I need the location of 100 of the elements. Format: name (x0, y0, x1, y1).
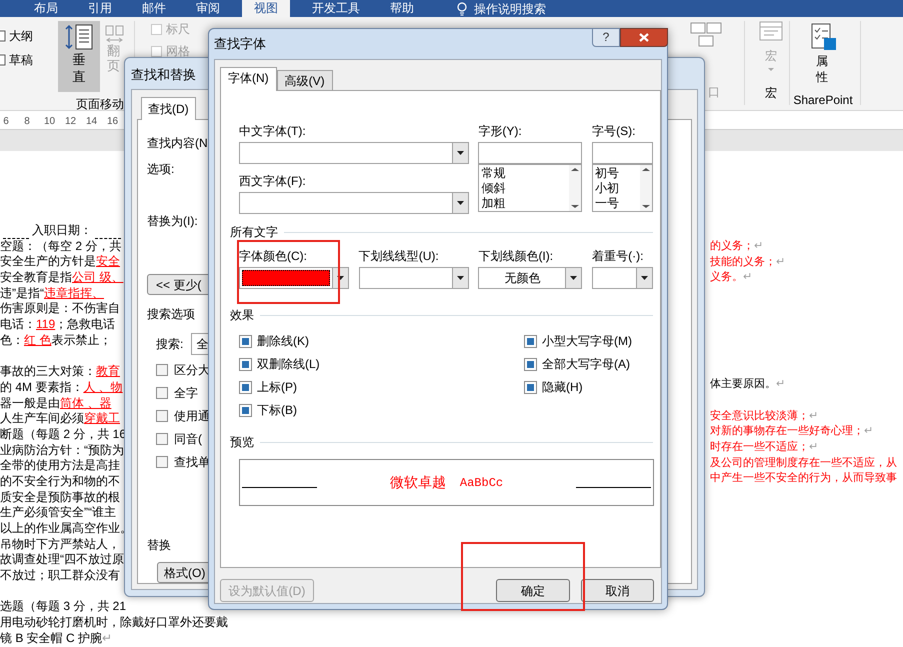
section-label: 所有文字 (230, 224, 278, 241)
list-item[interactable]: 小初 (595, 181, 640, 196)
lightbulb-icon[interactable] (456, 2, 468, 16)
tell-me-search[interactable]: 操作说明搜索 (474, 0, 546, 17)
checkbox-option[interactable]: 同音( (156, 430, 202, 447)
view-option[interactable]: 大纲 (9, 27, 33, 45)
checkbox-option[interactable]: 小型大写字母(M) (524, 332, 653, 350)
text-run: 安全生产的方针是 (0, 254, 96, 270)
ribbon-tab[interactable]: 帮助 (382, 0, 422, 17)
list-item[interactable]: 一号 (595, 196, 640, 211)
text-run: 安全教育是指 (0, 270, 72, 286)
text-run: 对新的事物存在一些好奇心理； (710, 424, 864, 440)
ribbon-tab[interactable]: 视图 (242, 0, 290, 17)
checkbox-option[interactable]: 上标(P) (239, 378, 524, 396)
checkbox-option[interactable]: 全字 (156, 384, 198, 401)
input-field[interactable] (478, 142, 582, 164)
windows-icon[interactable] (690, 22, 722, 47)
dropdown-arrow-icon[interactable] (457, 151, 464, 155)
ok-button[interactable]: 确定 (496, 579, 570, 602)
text-run: 全带的使用方法是高挂 (0, 458, 120, 474)
paragraph-mark: ↵ (102, 630, 112, 647)
text-run: 红 色 (24, 332, 52, 348)
help-button[interactable]: ? (592, 28, 620, 47)
text-run: 安全 (96, 254, 120, 270)
text-run: 伤害原则是：不伤害自 (0, 301, 120, 318)
text-run: 入职日期： (32, 222, 92, 239)
view-option[interactable]: 草稿 (9, 51, 33, 69)
text-run: 吊物时下方严禁站人， (0, 536, 120, 552)
cancel-button[interactable]: 取消 (581, 579, 654, 602)
field-label: 查找内容(N (147, 135, 208, 152)
checkbox-option[interactable]: 隐藏(H) (524, 378, 653, 396)
ruler-number: 8 (23, 115, 31, 129)
list-box[interactable]: 初号 小初 一号 (592, 164, 653, 212)
text-run: 穿戴工 (84, 411, 120, 427)
dropdown-arrow-icon[interactable] (641, 276, 648, 280)
dropdown-arrow-icon[interactable] (457, 201, 464, 205)
text-run: 事故的三大对策： (0, 364, 96, 380)
section-label: 预览 (230, 434, 254, 451)
text-run: 故调查处理“四不放过原 (0, 552, 124, 568)
dialog-tab[interactable]: 查找(D) (141, 97, 196, 120)
ribbon-tab[interactable]: 审阅 (188, 0, 228, 17)
paragraph-mark: ↵ (809, 408, 818, 424)
scrollbar-arrows-icon[interactable] (640, 165, 652, 211)
field-label: 下划线颜色(I): (478, 249, 554, 263)
color-dropdown[interactable]: 无颜色 (478, 267, 582, 289)
list-box[interactable]: 常规 倾斜 加粗 (478, 164, 582, 212)
text-run: 表示禁止； (51, 332, 112, 348)
text-run: 人生产车间必须 (0, 411, 84, 427)
text-run: 筒体 、器 (60, 396, 112, 412)
dialog-tab[interactable]: 字体(N) (220, 67, 277, 91)
dropdown-arrow-icon[interactable] (570, 276, 578, 280)
text-run: 用电动砂轮打磨机时，除戴好口罩外还要戴 (0, 615, 228, 631)
checkbox-option[interactable]: 删除线(K) (239, 332, 524, 350)
section-label: 替换 (147, 537, 171, 554)
checkbox-option[interactable]: 下标(B) (239, 401, 524, 419)
dropdown-arrow-icon[interactable] (336, 276, 344, 280)
list-item[interactable]: 倾斜 (481, 181, 570, 196)
text-run: 义务。 (710, 270, 743, 286)
group-label: SharePoint (793, 92, 853, 109)
field-label: 字号(S): (592, 124, 636, 138)
text-run: 色： (0, 332, 24, 348)
text-run: 119 (36, 317, 56, 333)
dropdown-arrow-icon[interactable] (457, 276, 464, 280)
ribbon-tab[interactable]: 开发工具 (304, 0, 368, 17)
list-item[interactable]: 加粗 (481, 196, 570, 211)
checkbox-option[interactable]: 全部大写字母(A) (524, 355, 653, 373)
list-item[interactable]: 初号 (595, 166, 640, 181)
dialog-title: 查找字体 (214, 35, 266, 53)
field-label: 选项: (147, 161, 174, 178)
text-run: 镜 B 安全帽 C 护腕 (0, 630, 102, 647)
close-button[interactable] (620, 28, 668, 47)
page-flip-icon (104, 25, 124, 43)
ribbon-tab[interactable]: 引用 (80, 0, 120, 17)
ribbon-tab[interactable]: 布局 (26, 0, 66, 17)
paragraph-mark: ↵ (754, 238, 763, 254)
checkbox-option[interactable]: 双删除线(L) (239, 355, 524, 373)
section-label: 搜索选项 (147, 306, 195, 323)
properties-button[interactable]: 属性 (809, 23, 837, 85)
input-field[interactable] (592, 142, 653, 164)
text-run: 的不安全行为和物的不 (0, 474, 120, 490)
text-run: 技能的义务； (710, 254, 776, 270)
vertical-button[interactable]: 垂直 (58, 21, 100, 92)
paragraph-mark: ↵ (864, 424, 873, 440)
color-dropdown[interactable] (239, 267, 349, 289)
field-label: 字形(Y): (478, 124, 523, 138)
text-run: 教育 (96, 364, 120, 380)
ribbon-tab[interactable]: 邮件 (134, 0, 174, 17)
text-run: 违”是指“ (0, 286, 44, 302)
group-label: 宏 (765, 85, 777, 102)
dialog-tab[interactable]: 高级(V) (276, 70, 333, 91)
caret-icon (768, 68, 774, 72)
scrollbar-arrows-icon[interactable] (569, 165, 582, 211)
list-item[interactable]: 常规 (481, 166, 570, 181)
ruler-number: 12 (65, 115, 73, 129)
text-run: 生产必须管安全”“谁主 (0, 505, 116, 522)
text-run: 器一般是由 (0, 396, 60, 412)
checkbox-option[interactable]: 查找单 (156, 453, 210, 470)
field-label: 字体颜色(C): (239, 249, 308, 263)
close-icon (639, 33, 649, 42)
paragraph-mark: ↵ (776, 254, 785, 270)
